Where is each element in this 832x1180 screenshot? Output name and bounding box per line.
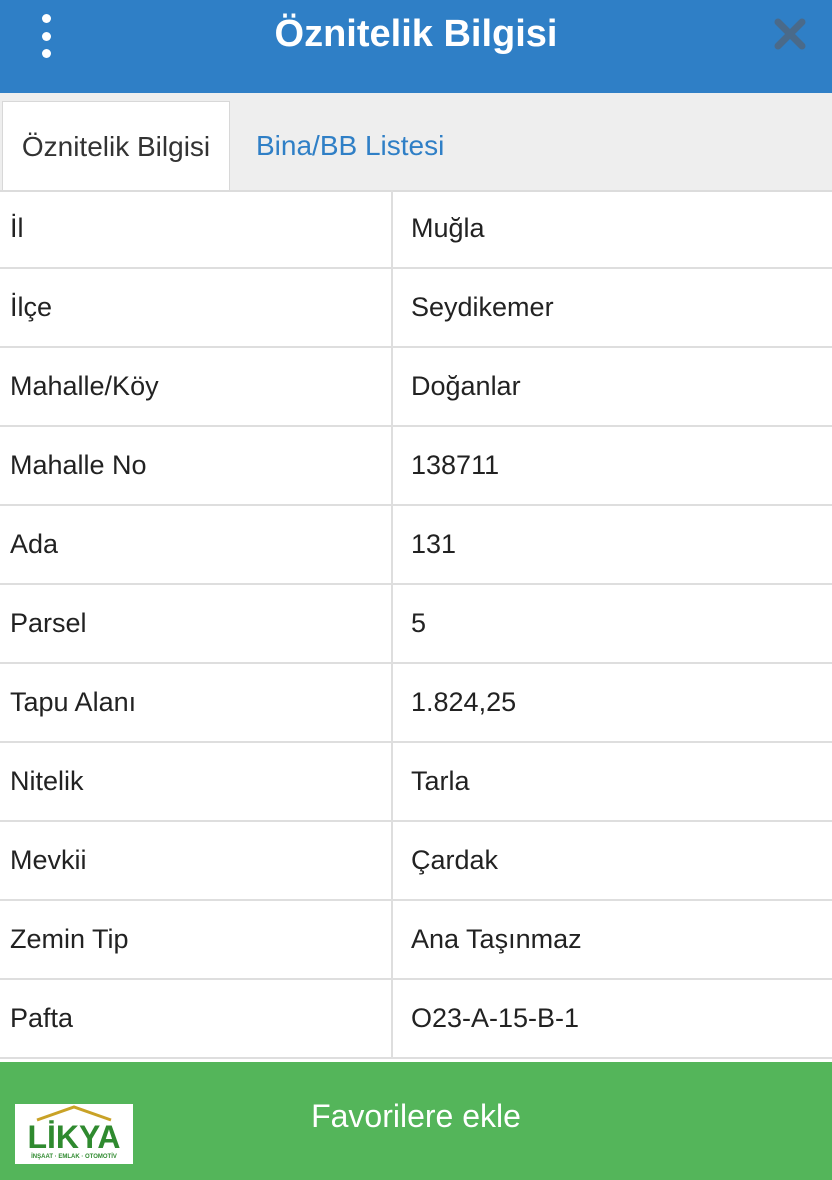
attribute-key: Nitelik: [0, 743, 393, 820]
attribute-key: Mahalle/Köy: [0, 348, 393, 425]
attribute-value: Ana Taşınmaz: [411, 924, 582, 954]
table-row: Mevkii Çardak: [0, 822, 832, 901]
attribute-value: Doğanlar: [411, 371, 521, 401]
attribute-key: Parsel: [0, 585, 393, 662]
table-row: İl Muğla: [0, 190, 832, 269]
table-row: Nitelik Tarla: [0, 743, 832, 822]
table-row: İlçe Seydikemer: [0, 269, 832, 348]
tab-bina-bb-listesi[interactable]: Bina/BB Listesi: [236, 101, 464, 190]
attribute-value: Seydikemer: [411, 292, 554, 322]
attribute-value: 5: [411, 608, 427, 638]
tab-oznitelik-bilgisi[interactable]: Öznitelik Bilgisi: [2, 101, 230, 190]
attribute-key: Zemin Tip: [0, 901, 393, 978]
table-row: Tapu Alanı 1.824,25: [0, 664, 832, 743]
table-row: Parsel 5: [0, 585, 832, 664]
attribute-value: Muğla: [411, 213, 485, 243]
attribute-value: 138711: [411, 450, 500, 480]
table-row: Ada 131: [0, 506, 832, 585]
attribute-key: İlçe: [0, 269, 393, 346]
attribute-table: İl Muğla İlçe Seydikemer Mahalle/Köy Doğ…: [0, 190, 832, 1059]
table-row: Zemin Tip Ana Taşınmaz: [0, 901, 832, 980]
attribute-key: Mahalle No: [0, 427, 393, 504]
table-row: Mahalle No 138711: [0, 427, 832, 506]
attribute-value: 1.824,25: [411, 687, 517, 717]
app-header: Öznitelik Bilgisi: [0, 0, 832, 93]
attribute-value: Tarla: [411, 766, 470, 796]
close-icon[interactable]: [768, 12, 812, 56]
footer-bar: Favorilere ekle LİKYA İNŞAAT · EMLAK · O…: [0, 1062, 832, 1180]
attribute-value: Çardak: [411, 845, 499, 875]
attribute-key: Mevkii: [0, 822, 393, 899]
attribute-key: İl: [0, 190, 393, 267]
logo-name: LİKYA: [27, 1119, 121, 1155]
attribute-key: Pafta: [0, 980, 393, 1057]
attribute-value: O23-A-15-B-1: [411, 1003, 580, 1033]
attribute-key: Tapu Alanı: [0, 664, 393, 741]
page-title: Öznitelik Bilgisi: [274, 13, 558, 55]
logo-tagline: İNŞAAT · EMLAK · OTOMOTİV: [31, 1154, 117, 1160]
attribute-key: Ada: [0, 506, 393, 583]
table-row: Pafta O23-A-15-B-1: [0, 980, 832, 1059]
table-row: Mahalle/Köy Doğanlar: [0, 348, 832, 427]
company-logo: LİKYA İNŞAAT · EMLAK · OTOMOTİV: [15, 1104, 133, 1164]
attribute-value: 131: [411, 529, 457, 559]
tab-bar: Öznitelik Bilgisi Bina/BB Listesi: [0, 93, 832, 192]
